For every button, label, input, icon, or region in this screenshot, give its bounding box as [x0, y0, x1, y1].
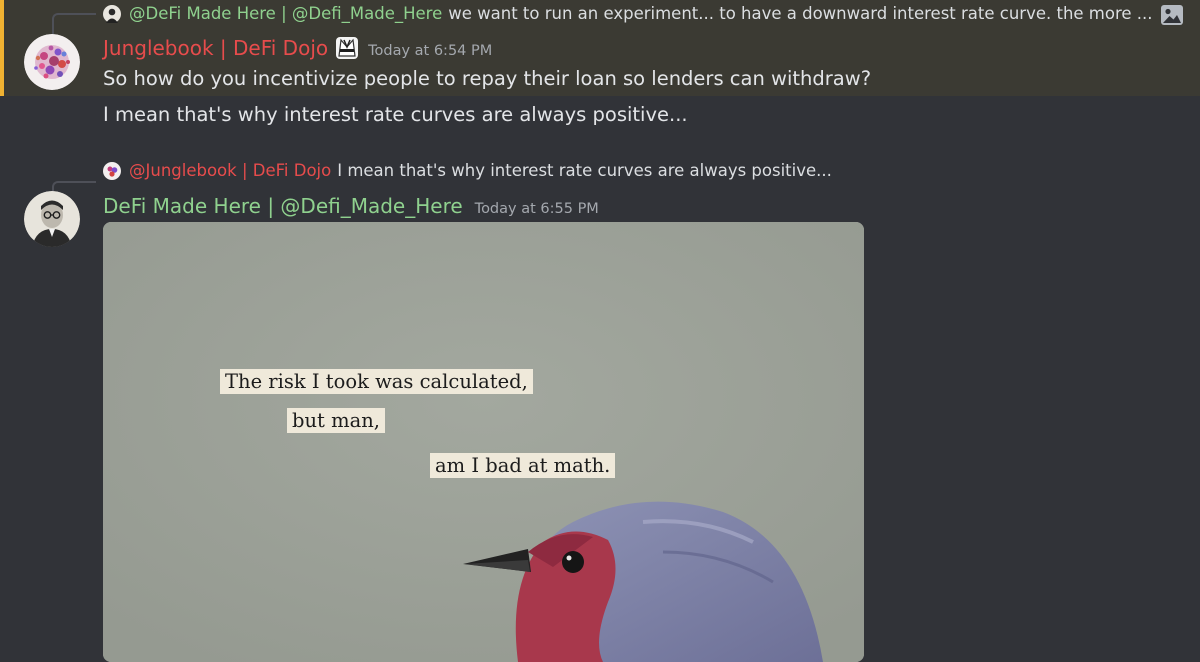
dojo-gi-icon[interactable]: [334, 36, 360, 60]
reply-text[interactable]: we want to run an experiment... to have …: [448, 4, 1152, 23]
message-header: Junglebook | DeFi Dojo Today at 6:54 PM: [103, 36, 492, 60]
avatar[interactable]: [24, 191, 80, 247]
image-attachment[interactable]: The risk I took was calculated, but man,…: [103, 222, 864, 662]
reply-avatar: [103, 4, 121, 23]
reply-mention[interactable]: @Junglebook | DeFi Dojo: [129, 161, 331, 180]
reply-preview[interactable]: @DeFi Made Here | @Defi_Made_Here we wan…: [103, 4, 1153, 23]
timestamp[interactable]: Today at 6:54 PM: [368, 43, 492, 59]
username[interactable]: DeFi Made Here | @Defi_Made_Here: [103, 194, 463, 218]
caption-line: but man,: [287, 408, 385, 433]
reply-avatar: [103, 161, 121, 180]
reply-mention[interactable]: @DeFi Made Here | @Defi_Made_Here: [129, 4, 442, 23]
mention-highlight-bar: [0, 0, 4, 96]
message-junglebook: @DeFi Made Here | @Defi_Made_Here we wan…: [0, 0, 1200, 96]
message-text-line: I mean that's why interest rate curves a…: [103, 103, 688, 126]
reply-text[interactable]: I mean that's why interest rate curves a…: [337, 161, 832, 180]
reply-spine: [52, 13, 96, 35]
avatar[interactable]: [24, 34, 80, 90]
message-text-line: So how do you incentivize people to repa…: [103, 67, 872, 90]
caption-line: am I bad at math.: [430, 453, 616, 478]
reply-preview[interactable]: @Junglebook | DeFi Dojo I mean that's wh…: [103, 161, 832, 180]
robin-painting: [103, 222, 864, 662]
timestamp[interactable]: Today at 6:55 PM: [475, 201, 599, 217]
image-icon[interactable]: [1158, 2, 1186, 28]
message-header: DeFi Made Here | @Defi_Made_Here Today a…: [103, 194, 599, 218]
username[interactable]: Junglebook | DeFi Dojo: [103, 36, 328, 60]
caption-line: The risk I took was calculated,: [220, 369, 533, 394]
